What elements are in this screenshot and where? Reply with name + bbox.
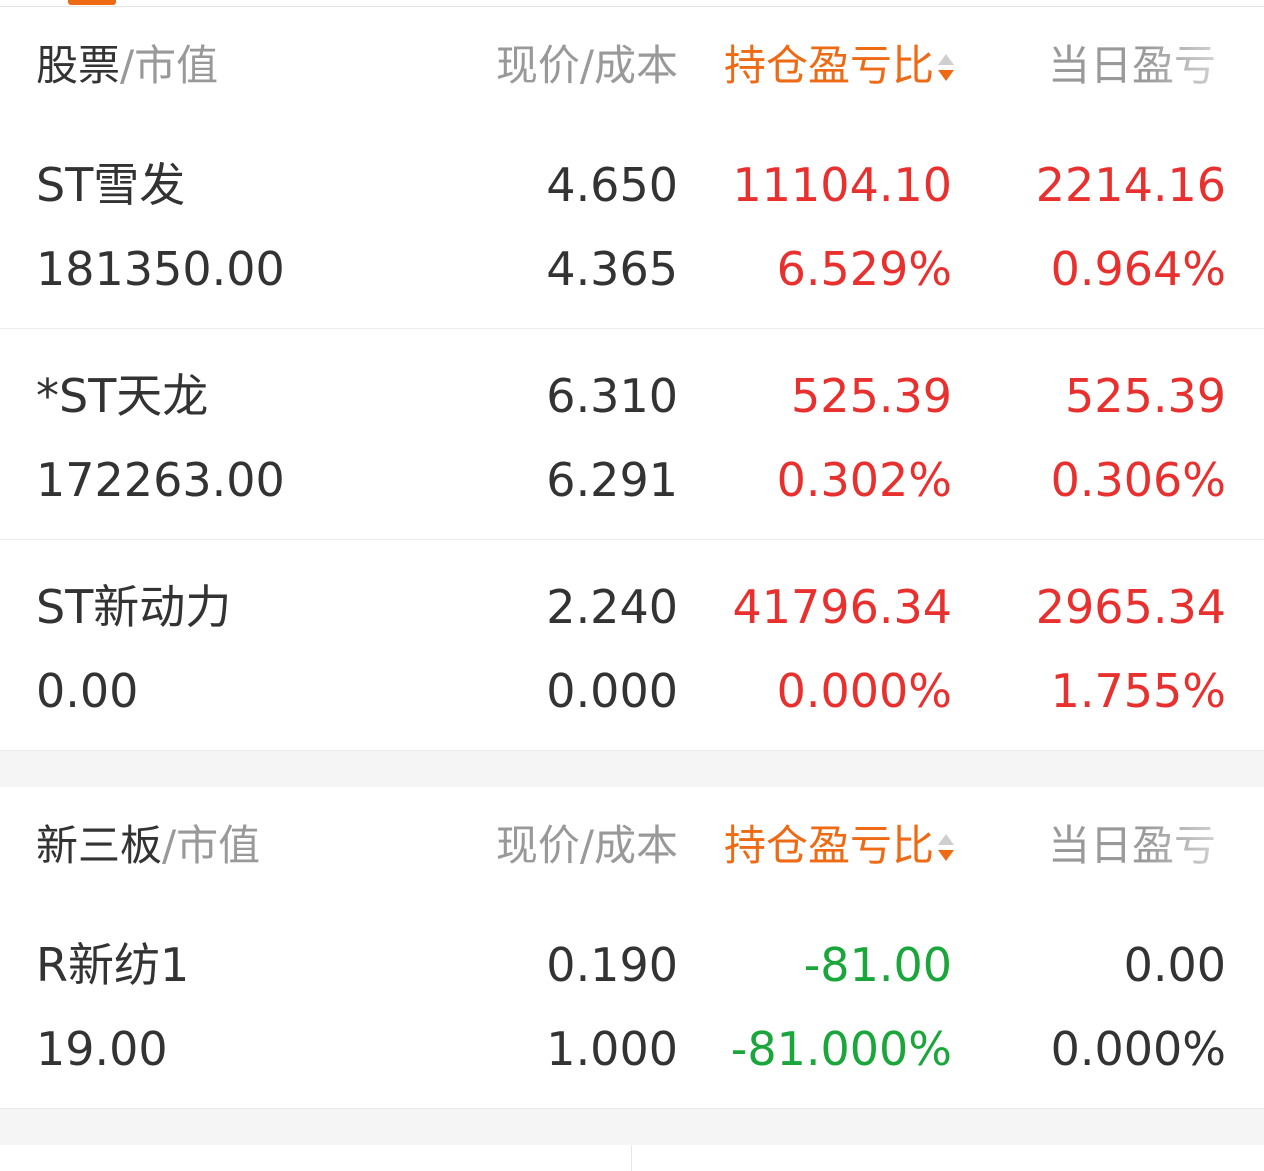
today-pl: 2214.16 — [1035, 158, 1226, 212]
today-pl-header[interactable]: 当日盈亏 — [1048, 825, 1216, 867]
section-gap — [0, 750, 1264, 787]
today-pl-header[interactable]: 当日盈亏 — [1048, 45, 1216, 87]
cost-price: 4.365 — [546, 242, 678, 296]
holding-pl: 525.39 — [791, 369, 952, 423]
neeq-header: 新三板/市值 现价/成本 持仓盈亏比 当日盈亏 — [0, 787, 1264, 907]
market-value: 19.00 — [36, 1022, 168, 1076]
stock-row[interactable]: ST雪发 181350.00 4.650 4.365 11104.10 6.52… — [0, 118, 1264, 328]
current-price: 6.310 — [546, 369, 678, 423]
stock-name: R新纺1 — [36, 938, 190, 992]
market-value-label: /市值 — [120, 41, 219, 90]
pl-ratio-label: 持仓盈亏比 — [724, 41, 935, 90]
market-value: 181350.00 — [36, 242, 285, 296]
stock-name: ST新动力 — [36, 580, 232, 634]
current-price: 4.650 — [546, 158, 678, 212]
sort-arrows-icon — [936, 50, 956, 88]
today-pl: 0.00 — [1123, 938, 1226, 992]
holdings-page: 股票/市值 现价/成本 持仓盈亏比 当日盈亏 ST雪发 181350.00 4.… — [0, 0, 1264, 1171]
today-pl-pct: 0.306% — [1050, 453, 1226, 507]
current-price: 0.190 — [546, 938, 678, 992]
price-cost-header[interactable]: 现价/成本 — [496, 825, 678, 867]
stock-name: ST雪发 — [36, 158, 186, 212]
today-pl-pct: 0.000% — [1050, 1022, 1226, 1076]
sort-arrows-icon — [936, 830, 956, 868]
stock-name: *ST天龙 — [36, 369, 209, 423]
neeq-title: 新三板 — [36, 821, 163, 870]
holding-pl-pct: 0.302% — [776, 453, 952, 507]
top-tab-bar — [0, 0, 1264, 7]
current-price: 2.240 — [546, 580, 678, 634]
holding-pl-pct: 6.529% — [776, 242, 952, 296]
market-value: 0.00 — [36, 664, 139, 718]
section-gap — [0, 1108, 1264, 1145]
today-pl-pct: 1.755% — [1050, 664, 1226, 718]
stocks-header: 股票/市值 现价/成本 持仓盈亏比 当日盈亏 — [0, 7, 1264, 127]
cost-price: 0.000 — [546, 664, 678, 718]
holding-pl: 41796.34 — [732, 580, 953, 634]
bottom-tab-divider — [631, 1145, 632, 1171]
holding-pl: -81.00 — [803, 938, 952, 992]
stocks-column-name[interactable]: 股票/市值 — [36, 45, 218, 87]
cost-price: 1.000 — [546, 1022, 678, 1076]
market-value: 172263.00 — [36, 453, 285, 507]
holding-pl-pct: 0.000% — [776, 664, 952, 718]
market-value-label: /市值 — [162, 821, 261, 870]
active-tab-indicator — [68, 0, 116, 5]
stock-row[interactable]: *ST天龙 172263.00 6.310 6.291 525.39 0.302… — [0, 329, 1264, 539]
pl-ratio-sort-header[interactable]: 持仓盈亏比 — [724, 825, 956, 868]
price-cost-header[interactable]: 现价/成本 — [496, 45, 678, 87]
stocks-title: 股票 — [36, 41, 121, 90]
cost-price: 6.291 — [546, 453, 678, 507]
today-pl: 525.39 — [1065, 369, 1226, 423]
holding-pl: 11104.10 — [732, 158, 953, 212]
pl-ratio-label: 持仓盈亏比 — [724, 821, 935, 870]
stock-row[interactable]: R新纺1 19.00 0.190 1.000 -81.00 -81.000% 0… — [0, 898, 1264, 1108]
today-pl-pct: 0.964% — [1050, 242, 1226, 296]
pl-ratio-sort-header[interactable]: 持仓盈亏比 — [724, 45, 956, 88]
holding-pl-pct: -81.000% — [730, 1022, 952, 1076]
neeq-column-name[interactable]: 新三板/市值 — [36, 825, 260, 867]
stock-row[interactable]: ST新动力 0.00 2.240 0.000 41796.34 0.000% 2… — [0, 540, 1264, 750]
today-pl: 2965.34 — [1035, 580, 1226, 634]
